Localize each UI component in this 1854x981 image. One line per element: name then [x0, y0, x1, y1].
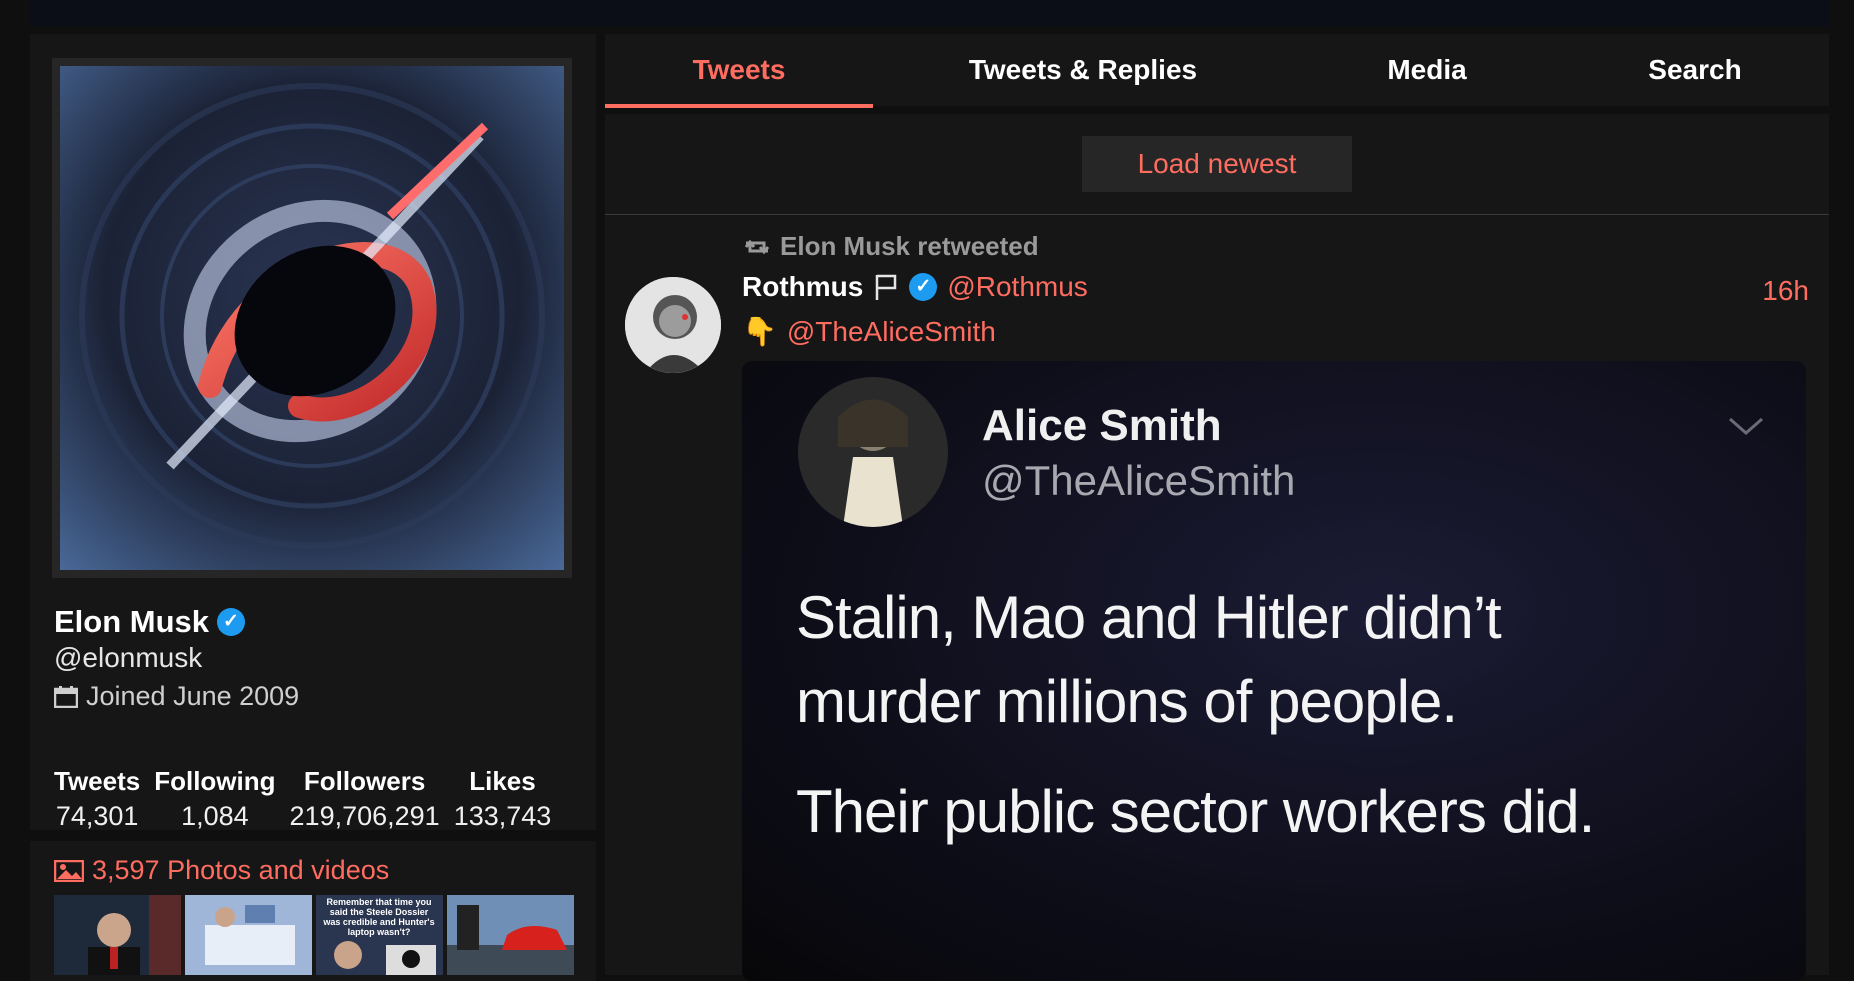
tweet-fullname[interactable]: Rothmus — [742, 271, 863, 303]
retweet-header[interactable]: Elon Musk retweeted — [742, 231, 1039, 262]
top-navbar — [30, 0, 1830, 26]
tab-search[interactable]: Search — [1561, 34, 1829, 106]
stat-likes[interactable]: Likes 133,743 — [454, 766, 566, 832]
photo-rail-grid: Remember that time you said the Steele D… — [54, 895, 574, 975]
photo-thumbnail[interactable] — [447, 895, 574, 975]
stat-value: 74,301 — [55, 801, 139, 831]
tweet-date[interactable]: 16h — [1762, 275, 1809, 307]
profile-username[interactable]: @elonmusk — [54, 642, 202, 674]
verified-badge-icon: ✓ — [217, 608, 246, 636]
timeline-top: Load newest — [605, 114, 1829, 215]
timeline-item[interactable]: Elon Musk retweeted Rothmus ✓ @Rothmus 1… — [605, 215, 1829, 981]
retweet-text: Elon Musk retweeted — [780, 231, 1039, 261]
quoted-avatar — [798, 377, 948, 527]
profile-stats: Tweets 74,301 Following 1,084 Followers … — [54, 766, 565, 832]
flag-icon — [876, 274, 897, 300]
profile-photo-frame[interactable] — [52, 58, 572, 578]
chevron-down-icon — [1729, 417, 1763, 435]
profile-fullname: Elon Musk — [54, 604, 210, 639]
tweet-attachment-image[interactable]: Alice Smith @TheAliceSmith Stalin, Mao a… — [742, 361, 1806, 981]
profile-card: Elon Musk ✓ @elonmusk Joined June 2009 T… — [30, 34, 596, 832]
tweet-mention-link[interactable]: @TheAliceSmith — [787, 316, 996, 348]
photo-rail: 3,597 Photos and videos Remember that ti… — [30, 841, 596, 981]
tweet-content: 👇 @TheAliceSmith — [742, 315, 996, 348]
quoted-text-line: Stalin, Mao and Hitler didn’t — [796, 584, 1502, 651]
photo-thumbnail[interactable]: Remember that time you said the Steele D… — [316, 895, 443, 975]
verified-badge-icon: ✓ — [909, 273, 938, 301]
tab-tweets[interactable]: Tweets — [605, 34, 873, 108]
profile-name-row: Elon Musk ✓ — [54, 604, 246, 640]
tab-tweets-replies[interactable]: Tweets & Replies — [873, 34, 1293, 106]
profile-photo[interactable] — [60, 66, 564, 570]
tweet-header: Rothmus ✓ @Rothmus — [742, 271, 1088, 303]
tab-media[interactable]: Media — [1293, 34, 1561, 106]
stat-label: Tweets — [54, 766, 141, 796]
stat-label: Likes — [469, 766, 536, 796]
pointing-down-icon: 👇 — [742, 316, 777, 347]
quoted-text-line: murder millions of people. — [796, 668, 1458, 735]
stat-followers[interactable]: Followers 219,706,291 — [290, 766, 454, 832]
stat-label: Followers — [303, 766, 426, 796]
retweet-icon — [744, 239, 770, 254]
tweet-username[interactable]: @Rothmus — [947, 271, 1087, 303]
quoted-handle: @TheAliceSmith — [982, 457, 1296, 504]
photo-rail-title: 3,597 Photos and videos — [92, 855, 390, 885]
stat-value: 133,743 — [453, 801, 552, 831]
calendar-icon — [54, 685, 78, 708]
quoted-text-line: Their public sector workers did. — [796, 778, 1595, 845]
stat-following[interactable]: Following 1,084 — [154, 766, 289, 832]
photo-thumbnail[interactable] — [54, 895, 181, 975]
stat-label: Following — [154, 766, 276, 796]
timeline-tabs: Tweets Tweets & Replies Media Search — [605, 34, 1829, 108]
stat-value: 1,084 — [181, 801, 249, 831]
tweet-avatar[interactable] — [625, 277, 721, 373]
load-newest-button[interactable]: Load newest — [1082, 136, 1352, 192]
joined-text: Joined June 2009 — [86, 681, 300, 711]
stat-value: 219,706,291 — [289, 801, 440, 831]
stat-tweets[interactable]: Tweets 74,301 — [54, 766, 154, 832]
quoted-name: Alice Smith — [982, 401, 1222, 450]
photo-thumbnail[interactable] — [185, 895, 312, 975]
profile-joindate: Joined June 2009 — [54, 681, 299, 712]
thumbnail-caption: Remember that time you said the Steele D… — [323, 897, 435, 937]
image-icon — [54, 859, 84, 882]
photo-rail-header[interactable]: 3,597 Photos and videos — [54, 855, 389, 886]
